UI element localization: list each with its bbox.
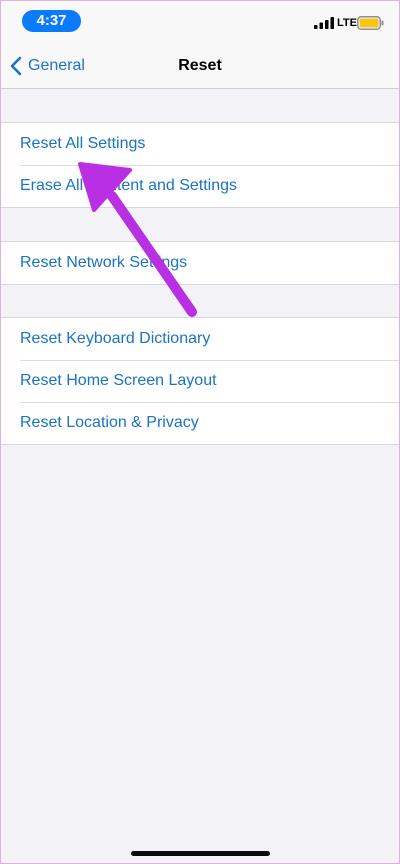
reset-home-screen-layout-row[interactable]: Reset Home Screen Layout — [0, 360, 400, 402]
navigation-bar: Reset General — [0, 44, 400, 89]
erase-all-content-row[interactable]: Erase All Content and Settings — [0, 165, 400, 207]
reset-all-settings-row[interactable]: Reset All Settings — [0, 123, 400, 165]
back-button[interactable]: General — [10, 44, 85, 88]
reset-group-general: Reset All Settings Erase All Content and… — [0, 122, 400, 208]
cellular-signal-icon — [314, 17, 334, 29]
reset-network-settings-row[interactable]: Reset Network Settings — [0, 242, 400, 284]
chevron-left-icon — [10, 56, 22, 76]
back-button-label: General — [28, 57, 85, 74]
status-time: 4:37 — [22, 10, 81, 32]
home-indicator — [131, 851, 270, 856]
reset-group-other: Reset Keyboard Dictionary Reset Home Scr… — [0, 317, 400, 445]
network-type-label: LTE — [337, 17, 357, 29]
status-bar: 4:37 LTE — [0, 0, 400, 44]
reset-location-privacy-row[interactable]: Reset Location & Privacy — [0, 402, 400, 444]
reset-keyboard-dictionary-row[interactable]: Reset Keyboard Dictionary — [0, 318, 400, 360]
reset-group-network: Reset Network Settings — [0, 241, 400, 285]
battery-icon — [357, 16, 384, 30]
